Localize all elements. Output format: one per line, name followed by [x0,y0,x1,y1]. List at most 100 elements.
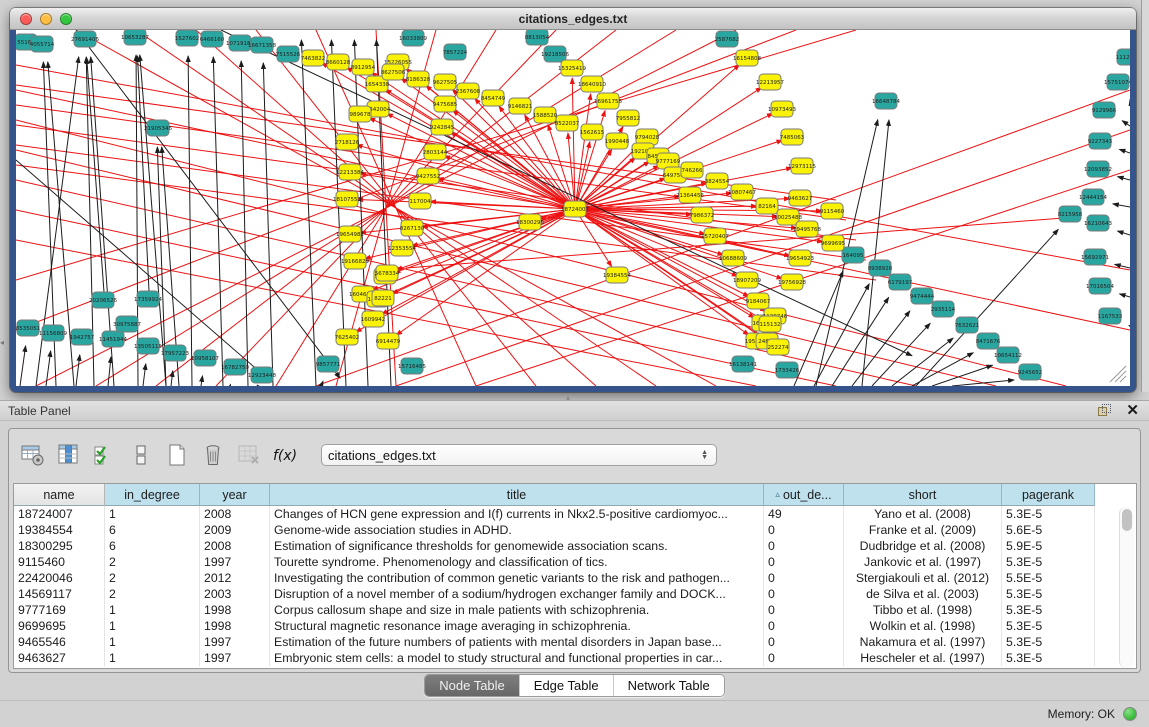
graph-node-19384554[interactable]: 19384554 [603,267,631,283]
graph-node-9699695[interactable]: 9699695 [821,235,846,251]
graph-node-20206526[interactable]: 20206526 [89,292,117,308]
table-row[interactable]: 969969511998Structural magnetic resonanc… [14,618,1136,634]
graph-node-7485063[interactable]: 7485063 [780,129,805,145]
graph-node-8267130[interactable]: 8267130 [400,220,425,236]
graph-node-82164[interactable]: 82164 [756,198,778,214]
scrollbar-thumb[interactable] [1122,509,1132,531]
graph-node-8938928[interactable]: 8938928 [868,260,893,276]
graph-node-18724007[interactable]: 18724007 [561,201,589,217]
tab-edge-table[interactable]: Edge Table [520,675,614,696]
graph-node-15720407[interactable]: 15720407 [701,228,729,244]
graph-node-7955812[interactable]: 7955812 [616,110,641,126]
graph-node-7515526[interactable]: 7515526 [276,46,301,62]
graph-node-18640910[interactable]: 18640910 [578,76,606,92]
graph-node-27691406[interactable]: 27691406 [71,31,99,47]
graph-node-8535051[interactable]: 8535051 [16,320,40,336]
graph-node-9463627[interactable]: 9463627 [788,190,813,206]
graph-node-9115460[interactable]: 9115460 [820,203,845,219]
graph-node-11156809[interactable]: 11156809 [39,325,67,341]
column-header-name[interactable]: name [14,484,105,506]
graph-node-1562615[interactable]: 1562615 [580,124,605,140]
graph-node-9227343[interactable]: 9227343 [1088,133,1113,149]
graph-node-9627505[interactable]: 9627505 [433,74,458,90]
graph-node-16782759[interactable]: 16782759 [221,359,249,375]
tab-network-table[interactable]: Network Table [614,675,724,696]
graph-node-17359924[interactable]: 17359924 [134,291,162,307]
graph-node-8813054[interactable]: 8813054 [525,30,550,45]
graph-node-7857224[interactable]: 7857224 [443,44,468,60]
graph-node-19654982[interactable]: 19654982 [336,226,364,242]
function-builder-icon[interactable]: f(x) [271,442,298,469]
column-header-title[interactable]: title [270,484,764,506]
graph-node-16033809[interactable]: 16033809 [399,30,427,46]
graph-node-10688609[interactable]: 10688609 [719,250,747,266]
window-titlebar[interactable]: citations_edges.txt [10,8,1136,30]
graph-node-12093852[interactable]: 12093852 [1084,161,1112,177]
graph-node-8454749[interactable]: 8454749 [481,90,506,106]
graph-node-9242845[interactable]: 9242845 [430,119,455,135]
graph-node-12973115[interactable]: 12973115 [788,158,816,174]
graph-node-19166829[interactable]: 19166829 [341,253,369,269]
zoom-window-button[interactable] [60,13,72,25]
graph-node-12923448[interactable]: 12923448 [248,367,276,383]
table-options-icon[interactable] [19,442,46,469]
graph-node-117004[interactable]: 117004 [409,193,431,209]
close-window-button[interactable] [20,13,32,25]
graph-node-16961758[interactable]: 16961758 [594,93,622,109]
column-header-year[interactable]: year [200,484,270,506]
graph-node-16648784[interactable]: 16648784 [872,93,900,109]
graph-node-9857771[interactable]: 9857771 [316,356,341,372]
graph-node-1112684[interactable]: 1112684 [1116,49,1130,65]
graph-node-7625402[interactable]: 7625402 [335,329,360,345]
close-icon[interactable]: ✕ [1126,403,1139,418]
column-header-in_degree[interactable]: in_degree [105,484,200,506]
graph-node-18107552[interactable]: 18107552 [333,191,361,207]
table-row[interactable]: 2242004622012Investigating the contribut… [14,570,1136,586]
graph-node-2803144[interactable]: 2803144 [423,144,448,160]
graph-node-9146821[interactable]: 9146821 [508,98,533,114]
graph-node-4055714[interactable]: 4055714 [30,36,55,52]
new-column-icon[interactable] [163,442,190,469]
graph-node-1167533[interactable]: 1167533 [1098,308,1123,324]
graph-node-1942757[interactable]: 1942757 [70,329,95,345]
delete-column-icon[interactable] [199,442,226,469]
table-row[interactable]: 1938455462009Genome-wide association stu… [14,522,1136,538]
table-row[interactable]: 1456911722003Disruption of a novel membe… [14,586,1136,602]
graph-node-1609942[interactable]: 1609942 [361,311,386,327]
memory-indicator-icon[interactable] [1123,707,1137,721]
table-row[interactable]: 1830029562008Estimation of significance … [14,538,1136,554]
graph-node-2718126[interactable]: 2718126 [335,134,360,150]
column-header-pagerank[interactable]: pagerank [1002,484,1095,506]
graph-node-7986372[interactable]: 7986372 [690,207,715,223]
graph-node-17957223[interactable]: 17957223 [161,345,189,361]
left-panel-collapse-icon[interactable]: ◂ [0,338,4,347]
graph-node-10807467[interactable]: 10807467 [728,184,756,200]
graph-node-21905346[interactable]: 21905346 [144,120,172,136]
graph-node-8660128[interactable]: 8660128 [326,54,351,70]
graph-node-12444154[interactable]: 12444154 [1079,189,1107,205]
graph-node-10973493[interactable]: 10973493 [768,101,796,117]
graph-node-8522037[interactable]: 8522037 [555,115,580,131]
graph-node-6466160[interactable]: 6466160 [200,31,225,47]
graph-node-6914479[interactable]: 6914479 [376,333,401,349]
graph-node-746266[interactable]: 746266 [681,162,703,178]
graph-node-12213957[interactable]: 12213957 [756,74,784,90]
network-canvas[interactable]: 5516740557142769140610653287152760264661… [16,30,1130,386]
graph-node-13505115[interactable]: 13505115 [134,338,162,354]
graph-node-9474444[interactable]: 9474444 [910,288,935,304]
graph-node-15692971[interactable]: 15692971 [1081,249,1109,265]
graph-node-19756928[interactable]: 19756928 [778,274,806,290]
graph-node-82221[interactable]: 82221 [372,290,394,306]
delete-table-icon[interactable] [235,442,262,469]
graph-node-2587682[interactable]: 2587682 [715,31,740,47]
table-scrollbar[interactable] [1119,507,1134,668]
graph-node-10958107[interactable]: 10958107 [191,350,219,366]
column-visibility-icon[interactable] [55,442,82,469]
float-window-icon[interactable] [1098,404,1112,417]
graph-node-16210643[interactable]: 16210643 [1084,215,1112,231]
graph-node-16138141[interactable]: 16138141 [729,356,757,372]
minimize-window-button[interactable] [40,13,52,25]
select-all-checks-icon[interactable] [91,442,118,469]
graph-node-6179197[interactable]: 6179197 [888,274,913,290]
table-row[interactable]: 1872400712008Changes of HCN gene express… [14,506,1136,522]
